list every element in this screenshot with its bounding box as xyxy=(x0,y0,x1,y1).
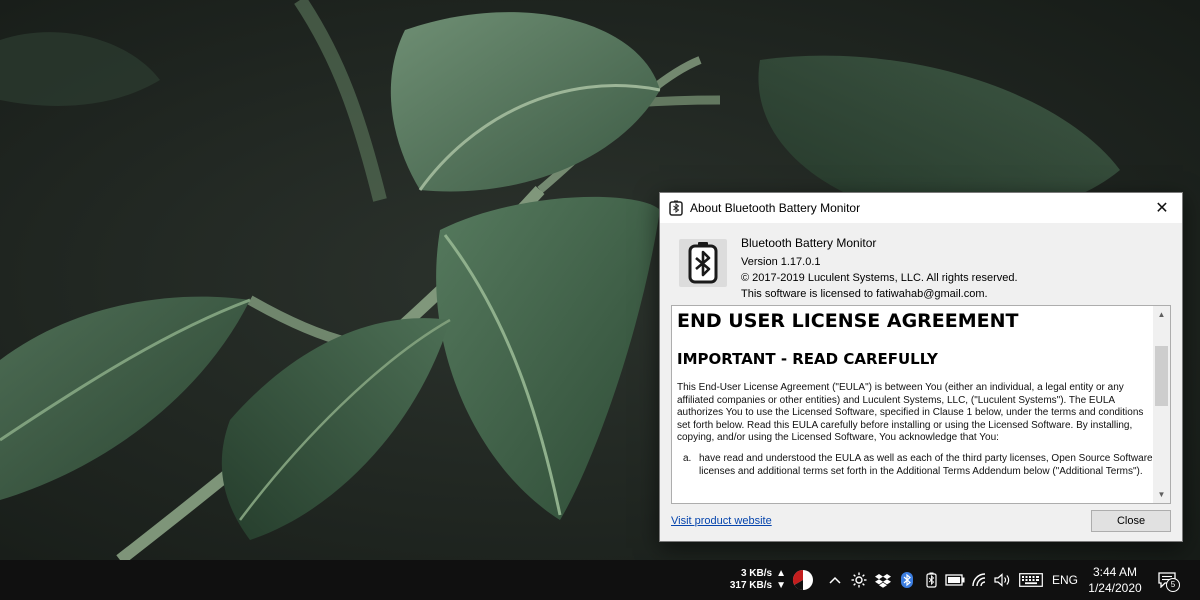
input-language-indicator[interactable]: ENG xyxy=(1048,560,1082,600)
taskbar-clock[interactable]: 3:44 AM 1/24/2020 xyxy=(1088,560,1142,600)
upload-speed: 3 KB/s xyxy=(740,568,773,579)
scroll-thumb[interactable] xyxy=(1155,346,1168,406)
about-dialog: About Bluetooth Battery Monitor ✕ Blueto… xyxy=(659,192,1183,542)
volume-icon[interactable] xyxy=(992,560,1014,600)
bluetooth-battery-app-icon xyxy=(669,200,683,216)
copyright-text: © 2017-2019 Luculent Systems, LLC. All r… xyxy=(741,272,1018,284)
eula-list-item: a. have read and understood the EULA as … xyxy=(677,453,1155,478)
network-speed-meter[interactable]: 3 KB/s ▲ 317 KB/s ▼ xyxy=(716,560,786,600)
battery-icon[interactable] xyxy=(944,560,966,600)
keyboard-icon[interactable] xyxy=(1018,560,1044,600)
dialog-titlebar[interactable]: About Bluetooth Battery Monitor ✕ xyxy=(660,193,1182,223)
window-close-icon[interactable]: ✕ xyxy=(1142,193,1182,223)
eula-subheading: IMPORTANT - READ CAREFULLY xyxy=(677,350,938,368)
eula-paragraph: This End-User License Agreement ("EULA")… xyxy=(677,382,1144,444)
scroll-down-icon[interactable]: ▼ xyxy=(1153,486,1170,503)
visit-product-website-link[interactable]: Visit product website xyxy=(671,515,772,527)
bluetooth-battery-icon xyxy=(679,239,727,287)
eula-heading: END USER LICENSE AGREEMENT xyxy=(677,310,1019,332)
bluetooth-icon[interactable] xyxy=(896,560,918,600)
clock-time: 3:44 AM xyxy=(1092,565,1138,579)
brightness-icon[interactable] xyxy=(848,560,870,600)
app-name: Bluetooth Battery Monitor xyxy=(741,236,877,250)
scroll-up-icon[interactable]: ▲ xyxy=(1153,306,1170,323)
wifi-icon[interactable] xyxy=(968,560,990,600)
list-text: have read and understood the EULA as wel… xyxy=(699,452,1153,477)
app-version: Version 1.17.0.1 xyxy=(741,256,821,268)
download-speed: 317 KB/s xyxy=(729,580,773,591)
clock-date: 1/24/2020 xyxy=(1088,581,1142,595)
dropbox-icon[interactable] xyxy=(872,560,894,600)
license-text: This software is licensed to fatiwahab@g… xyxy=(741,288,988,300)
taskbar: 3 KB/s ▲ 317 KB/s ▼ ENG 3:44 AM 1/24/202… xyxy=(0,560,1200,600)
action-center-button[interactable]: 5 xyxy=(1152,560,1182,600)
bluetooth-battery-tray-icon[interactable] xyxy=(920,560,942,600)
show-hidden-icons-chevron-icon[interactable] xyxy=(824,560,846,600)
list-marker: a. xyxy=(683,452,692,464)
app-info-header: Bluetooth Battery Monitor Version 1.17.0… xyxy=(660,223,1182,306)
close-button[interactable]: Close xyxy=(1091,510,1171,532)
down-arrow-icon: ▼ xyxy=(776,580,786,591)
eula-text-box[interactable]: END USER LICENSE AGREEMENT IMPORTANT - R… xyxy=(671,305,1171,504)
dialog-title: About Bluetooth Battery Monitor xyxy=(690,201,861,215)
up-arrow-icon: ▲ xyxy=(776,568,786,579)
notification-count-badge: 5 xyxy=(1166,578,1180,592)
pie-chart-tray-icon[interactable] xyxy=(790,560,816,600)
eula-scrollbar[interactable]: ▲ ▼ xyxy=(1153,306,1170,503)
